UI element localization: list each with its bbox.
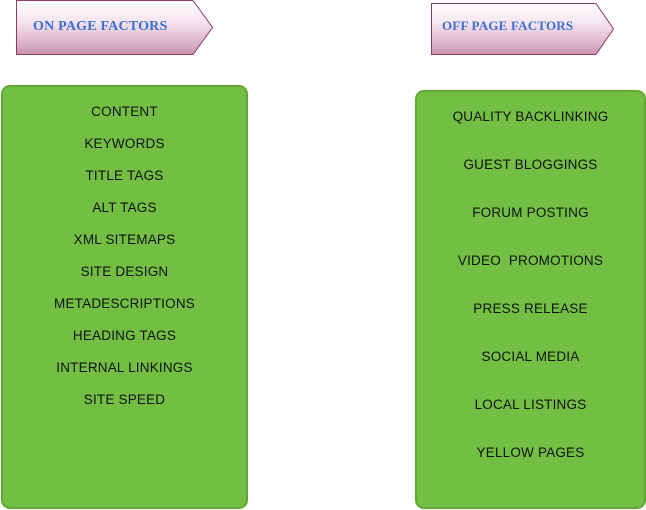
off-page-item-press-release: PRESS RELEASE: [473, 301, 588, 316]
off-page-item-yellow-pages: YELLOW PAGES: [476, 445, 585, 460]
on-page-factors-box: CONTENT KEYWORDS TITLE TAGS ALT TAGS XML…: [1, 85, 248, 509]
off-page-tag-outline: [431, 3, 615, 55]
on-page-item-site-design: SITE DESIGN: [80, 264, 169, 279]
off-page-item-forum-posting: FORUM POSTING: [472, 205, 589, 220]
off-page-item-quality-backlinking: QUALITY BACKLINKING: [452, 109, 609, 124]
on-page-item-keywords: KEYWORDS: [84, 136, 165, 151]
on-page-item-title-tags: TITLE TAGS: [85, 168, 164, 183]
on-page-item-xml-sitemaps: XML SITEMAPS: [73, 232, 176, 247]
off-page-item-local-listings: LOCAL LISTINGS: [474, 397, 587, 412]
on-page-item-heading-tags: HEADING TAGS: [72, 328, 177, 343]
on-page-item-alt-tags: ALT TAGS: [92, 200, 157, 215]
on-page-item-metadescriptions: METADESCRIPTIONS: [54, 296, 195, 311]
on-page-item-internal-linkings: INTERNAL LINKINGS: [56, 360, 193, 375]
off-page-item-guest-bloggings: GUEST BLOGGINGS: [463, 157, 598, 172]
off-page-item-social-media: SOCIAL MEDIA: [481, 349, 580, 364]
off-page-item-video-promotions: VIDEO PROMOTIONS: [457, 253, 604, 268]
on-page-item-content: CONTENT: [91, 104, 158, 119]
off-page-factors-box: QUALITY BACKLINKING GUEST BLOGGINGS FORU…: [415, 90, 646, 509]
on-page-item-site-speed: SITE SPEED: [83, 392, 166, 407]
on-page-tag-outline: [16, 0, 214, 55]
